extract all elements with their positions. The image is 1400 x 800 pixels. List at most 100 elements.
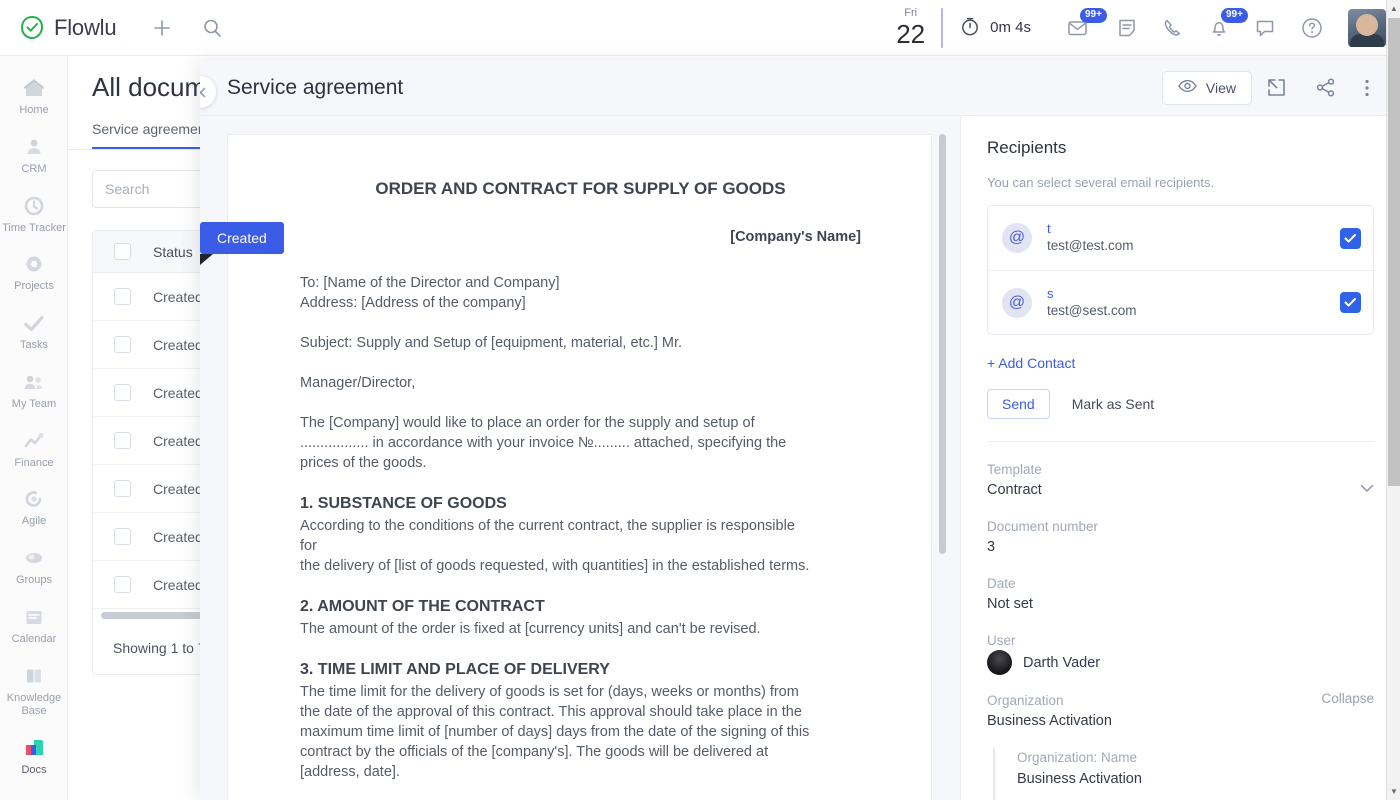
sidebar-item-crm[interactable]: CRM [0, 125, 68, 184]
document-company-name: [Company's Name] [730, 229, 861, 245]
scroll-down-arrow[interactable]: ▼ [1390, 787, 1398, 796]
collapse-link[interactable]: Collapse [1321, 691, 1374, 706]
sidebar-item-label: Docs [21, 764, 47, 776]
document-scrollbar[interactable] [939, 134, 946, 554]
chevron-down-icon[interactable] [1360, 480, 1374, 498]
row-checkbox[interactable] [114, 336, 131, 353]
sidebar-item-label: CRM [21, 162, 47, 175]
field-organization[interactable]: Organization Business Activation Collaps… [987, 691, 1374, 732]
mail-icon[interactable]: 99+ [1067, 7, 1107, 39]
document-section-line: for [300, 538, 317, 554]
field-date[interactable]: Date Not set [987, 574, 1374, 615]
row-checkbox[interactable] [114, 576, 131, 593]
document-paragraph: To: [Name of the Director and Company] A… [300, 273, 861, 313]
cell-status: Created [153, 384, 203, 401]
bell-icon[interactable]: 99+ [1208, 7, 1248, 39]
user-avatar[interactable] [1348, 8, 1386, 47]
sidebar-item-label: Tasks [19, 339, 49, 351]
cell-status: Created [153, 336, 203, 353]
sidebar-item-agile[interactable]: Agile [0, 477, 68, 536]
sidebar-item-finance[interactable]: Finance [0, 419, 68, 478]
field-document-number[interactable]: Document number 3 [987, 517, 1374, 558]
recipient-checkbox[interactable] [1340, 292, 1361, 313]
organization-details: Organization: Name Business Activation O… [993, 748, 1374, 800]
column-header-status[interactable]: Status [153, 244, 193, 260]
sidebar-item-knowledge-base[interactable]: Knowledge Base [0, 654, 68, 727]
chat-icon[interactable] [1254, 17, 1276, 39]
field-label: Organization [987, 693, 1064, 708]
field-value: 3 [987, 539, 996, 555]
field-value: Darth Vader [1023, 654, 1101, 671]
browser-scrollbar[interactable]: ▲ ▼ [1386, 0, 1400, 800]
browser-scroll-thumb[interactable] [1388, 18, 1400, 486]
document-manager-line: Manager/Director, [300, 375, 416, 391]
sidebar-item-label: Agile [21, 515, 47, 528]
row-checkbox[interactable] [114, 432, 131, 449]
sidebar-item-label: Calendar [11, 632, 57, 645]
crm-icon [2, 134, 66, 160]
sidebar-item-docs[interactable]: Docs [0, 726, 68, 785]
time-tracker-icon [2, 193, 66, 219]
panel-title: Recipients [987, 138, 1067, 157]
brand-logo[interactable]: Flowlu [19, 14, 117, 41]
search-icon[interactable] [201, 17, 223, 39]
document-intro-line-2: ................. in accordance with you… [300, 435, 787, 451]
brand-name: Flowlu [54, 14, 117, 40]
sidebar-item-label: Home [19, 104, 49, 116]
row-checkbox[interactable] [114, 480, 131, 497]
field-user[interactable]: User Darth Vader [987, 631, 1374, 675]
field-template[interactable]: Template Contract [987, 460, 1374, 501]
date-widget[interactable]: Fri 22 [896, 8, 925, 48]
sidebar-item-groups[interactable]: Groups [0, 536, 68, 595]
sidebar-item-calendar[interactable]: Calendar [0, 595, 68, 654]
sidebar-item-projects[interactable]: Projects [0, 242, 68, 301]
plus-icon[interactable] [151, 17, 173, 39]
sidebar-item-label: My Team [11, 397, 57, 410]
sidebar-item-home[interactable]: Home [0, 66, 68, 125]
mail-badge: 99+ [1080, 7, 1107, 23]
row-checkbox[interactable] [114, 528, 131, 545]
finance-icon [2, 428, 66, 454]
list-item[interactable]: @ t test@test.com [988, 206, 1373, 270]
share-icon[interactable] [1301, 77, 1350, 98]
phone-icon[interactable] [1162, 17, 1184, 39]
recipients-list: @ t test@test.com @ s test@sest.com [987, 205, 1374, 335]
document-section-body: The amount of the order is fixed at [cur… [300, 619, 861, 639]
sidebar-item-time-tracker[interactable]: Time Tracker [0, 184, 68, 243]
select-all-checkbox[interactable] [114, 243, 131, 260]
at-sign-icon: @ [1002, 287, 1032, 318]
sidebar-item-tasks[interactable]: Tasks [0, 301, 68, 360]
recipient-name: s [1047, 285, 1054, 301]
mark-as-sent-button[interactable]: Mark as Sent [1072, 396, 1154, 412]
field-label: User [987, 633, 1016, 648]
cell-status: Created [153, 480, 203, 497]
help-icon[interactable] [1300, 16, 1324, 40]
notification-icons: 99+ 99+ [1067, 7, 1324, 40]
modal-actions: View [1161, 70, 1400, 105]
more-vertical-icon[interactable] [1350, 78, 1384, 98]
note-icon[interactable] [1116, 17, 1138, 39]
document-section-line: contract by the officials of the [compan… [300, 744, 769, 760]
avatar [987, 650, 1012, 675]
document-section-line: maximum time limit of [number of days] d… [300, 724, 810, 740]
list-item[interactable]: @ s test@sest.com [988, 270, 1373, 334]
document-address-line: Address: [Address of the company] [300, 295, 526, 311]
add-contact-link[interactable]: + Add Contact [987, 355, 1075, 371]
document-paragraph: The [Company] would like to place an ord… [300, 413, 861, 473]
tab-service-agreements[interactable]: Service agreements [92, 121, 217, 149]
sidebar-item-label: Knowledge Base [6, 691, 62, 718]
view-button[interactable]: View [1161, 70, 1252, 105]
panel-buttons: Send Mark as Sent [987, 389, 1374, 419]
sidebar-item-label: Finance [14, 456, 54, 469]
sidebar: Home CRM Time Tracker Projects Tasks My … [0, 56, 68, 800]
send-button[interactable]: Send [987, 389, 1050, 419]
scroll-up-arrow[interactable]: ▲ [1390, 4, 1398, 13]
external-link-icon[interactable] [1252, 77, 1301, 98]
row-checkbox[interactable] [114, 384, 131, 401]
panel-subtitle: You can select several email recipients. [987, 175, 1215, 190]
sidebar-item-my-team[interactable]: My Team [0, 360, 68, 419]
recipient-checkbox[interactable] [1340, 227, 1361, 249]
row-checkbox[interactable] [114, 288, 131, 305]
field-value: Not set [987, 596, 1033, 612]
timer-widget[interactable]: 0m 4s [959, 15, 1031, 41]
